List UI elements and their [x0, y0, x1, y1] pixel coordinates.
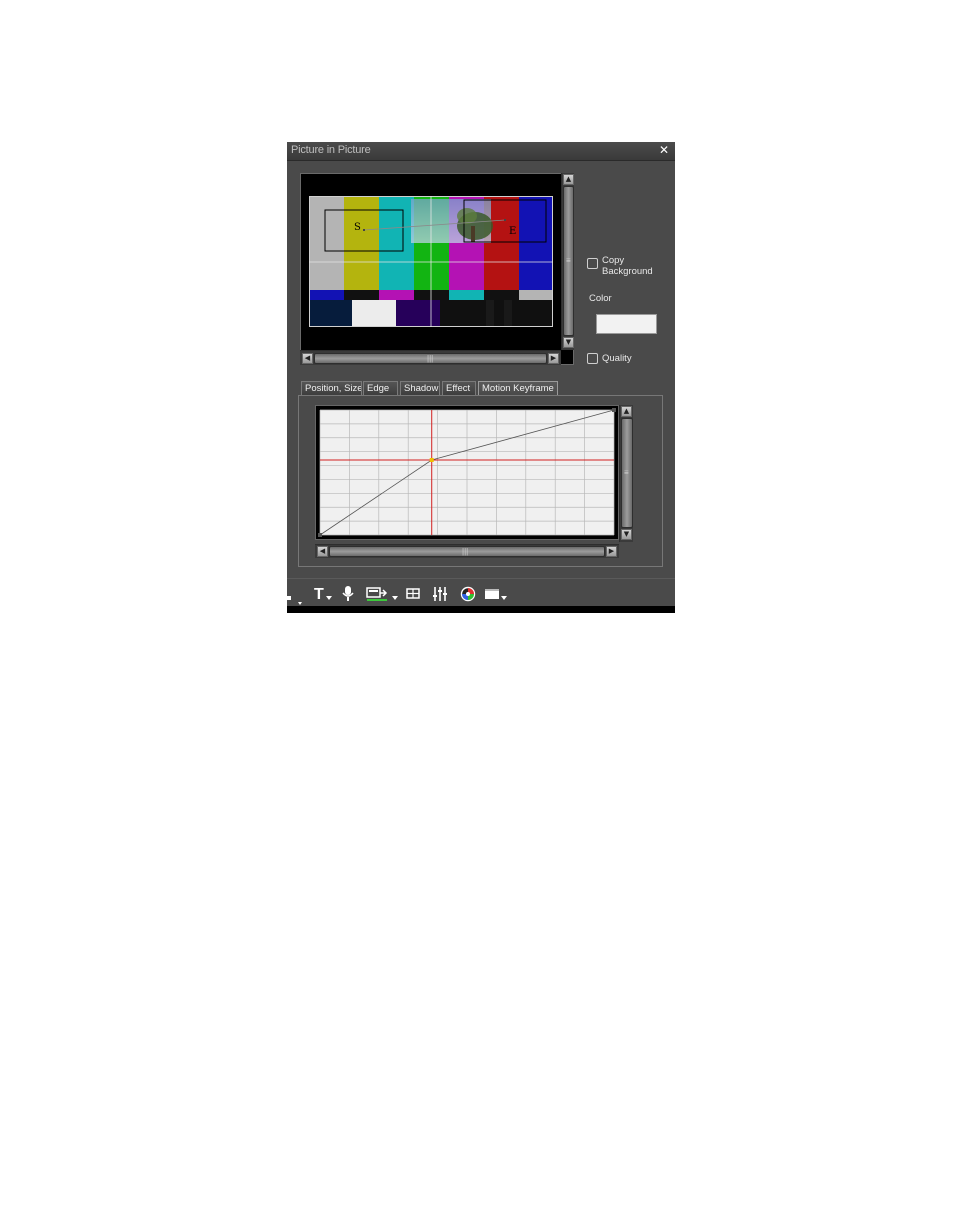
tab-motion-keyframe[interactable]: Motion Keyframe — [478, 381, 558, 396]
scroll-up-icon[interactable]: ▲ — [563, 174, 574, 185]
window-view-button[interactable] — [484, 586, 508, 602]
tab-effect[interactable]: Effect — [442, 381, 476, 396]
preview-pane: S E — [300, 173, 574, 365]
dropdown-arrow-icon — [392, 596, 398, 600]
color-swatch[interactable] — [596, 314, 657, 334]
graph-scroll-right-icon[interactable]: ▶ — [606, 546, 617, 557]
tab-position-size[interactable]: Position, Size — [301, 381, 362, 396]
keyframe-point[interactable] — [318, 533, 322, 537]
quality-checkbox[interactable] — [587, 353, 598, 364]
title-text-button[interactable]: T — [314, 586, 334, 603]
dropdown-arrow-icon — [326, 596, 332, 600]
scroll-left-icon[interactable]: ◀ — [302, 353, 313, 364]
close-icon[interactable]: ✕ — [659, 143, 669, 157]
window-view-icon — [485, 589, 499, 599]
quality-label: Quality — [602, 353, 632, 364]
graph-horizontal-scrollbar[interactable]: ◀ ||| ▶ — [315, 544, 619, 558]
bottom-edge — [287, 606, 675, 613]
grid-layout-icon[interactable] — [406, 586, 420, 602]
pip-image-overlay — [411, 199, 493, 243]
title-text-icon: T — [314, 586, 324, 603]
preview-vertical-scrollbar[interactable]: ▲ ≡ ▼ — [561, 173, 574, 350]
microphone-icon[interactable] — [342, 586, 354, 602]
end-point — [504, 219, 506, 221]
dropdown-arrow-icon — [501, 596, 507, 600]
window-title: Picture in Picture — [291, 144, 371, 156]
graph-vertical-scroll-thumb[interactable]: ≡ — [621, 418, 633, 528]
vertical-scroll-thumb[interactable]: ≡ — [563, 186, 574, 336]
keyframe-graph-frame — [315, 405, 619, 540]
export-output-button[interactable] — [366, 586, 398, 602]
scroll-down-icon[interactable]: ▼ — [563, 337, 574, 348]
color-label: Color — [589, 293, 612, 304]
horizontal-scroll-thumb[interactable]: ||| — [314, 353, 547, 364]
copy-background-label: Copy Background — [602, 255, 653, 277]
color-correction-icon[interactable] — [460, 586, 476, 602]
graph-scroll-up-icon[interactable]: ▲ — [621, 406, 632, 417]
title-bar[interactable]: Picture in Picture ✕ — [287, 142, 675, 161]
export-output-icon — [366, 587, 388, 601]
copy-background-checkbox[interactable] — [587, 258, 598, 269]
tab-edge[interactable]: Edge — [363, 381, 398, 396]
preview-horizontal-scrollbar[interactable]: ◀ ||| ▶ — [300, 350, 561, 365]
end-marker: E — [509, 226, 516, 237]
graph-horizontal-scroll-thumb[interactable]: ||| — [329, 546, 605, 557]
start-point — [363, 229, 365, 231]
keyframe-point[interactable] — [612, 408, 616, 412]
motion-keyframe-pane: ▲ ≡ ▼ ◀ ||| ▶ — [298, 395, 663, 567]
mixer-sliders-icon[interactable] — [432, 586, 448, 602]
scroll-right-icon[interactable]: ▶ — [548, 353, 559, 364]
preview-canvas[interactable]: S E — [309, 196, 553, 327]
keyframe-point[interactable] — [429, 458, 434, 462]
pip-dialog: Picture in Picture ✕ S E ▲ ≡ ▼ ◀ ||| ▶ C… — [287, 142, 675, 613]
start-marker: S — [354, 222, 361, 233]
graph-scroll-left-icon[interactable]: ◀ — [317, 546, 328, 557]
graph-vertical-scrollbar[interactable]: ▲ ≡ ▼ — [619, 405, 633, 542]
tab-shadow[interactable]: Shadow — [400, 381, 440, 396]
keyframe-graph[interactable] — [316, 406, 618, 539]
bottom-toolbar: T — [287, 578, 675, 607]
graph-scroll-down-icon[interactable]: ▼ — [621, 529, 632, 540]
